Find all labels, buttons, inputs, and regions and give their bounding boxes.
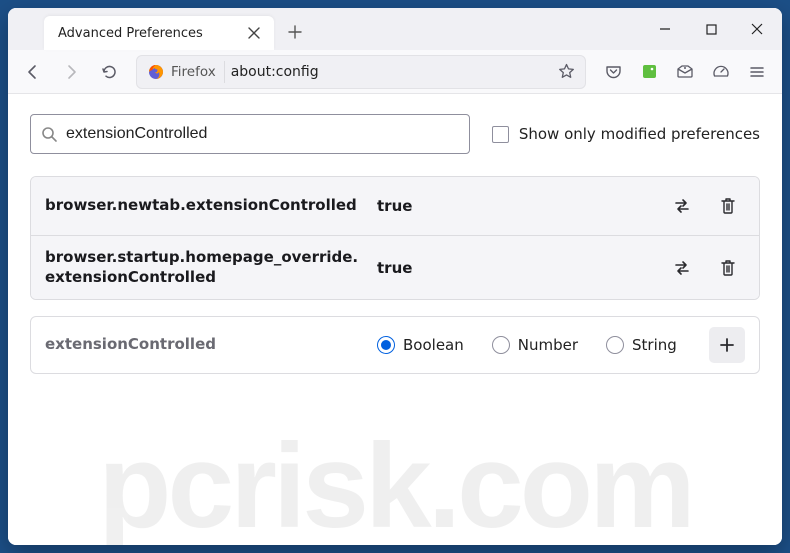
tab-active[interactable]: Advanced Preferences <box>44 16 274 50</box>
about-config-page: Show only modified preferences browser.n… <box>8 94 782 545</box>
app-menu-button[interactable] <box>740 55 774 89</box>
tab-title: Advanced Preferences <box>58 26 203 41</box>
radio-label: Boolean <box>403 336 464 354</box>
bookmark-star-icon[interactable] <box>553 59 579 85</box>
maximize-button[interactable] <box>688 9 734 49</box>
show-modified-toggle[interactable]: Show only modified preferences <box>492 125 760 143</box>
new-pref-name: extensionControlled <box>45 335 365 355</box>
tab-strip: Advanced Preferences <box>8 8 782 50</box>
delete-pref-button[interactable] <box>711 251 745 285</box>
checkbox-icon <box>492 126 509 143</box>
toolbar-right-icons <box>596 55 774 89</box>
pref-row: browser.newtab.extensionControlled true <box>31 177 759 236</box>
pref-results: browser.newtab.extensionControlled true … <box>30 176 760 300</box>
firefox-logo-icon <box>147 63 165 81</box>
url-text: about:config <box>231 64 547 80</box>
window-controls <box>642 8 780 50</box>
browser-window: Advanced Preferences <box>8 8 782 545</box>
identity-label: Firefox <box>171 64 216 80</box>
minimize-button[interactable] <box>642 9 688 49</box>
type-radio-string[interactable]: String <box>606 336 677 354</box>
reload-button[interactable] <box>92 55 126 89</box>
radio-icon <box>377 336 395 354</box>
forward-button[interactable] <box>54 55 88 89</box>
show-modified-label: Show only modified preferences <box>519 125 760 143</box>
pref-value: true <box>377 197 653 215</box>
pref-search-box[interactable] <box>30 114 470 154</box>
add-pref-button[interactable] <box>709 327 745 363</box>
radio-label: Number <box>518 336 578 354</box>
nav-toolbar: Firefox about:config <box>8 50 782 94</box>
close-window-button[interactable] <box>734 9 780 49</box>
type-radio-number[interactable]: Number <box>492 336 578 354</box>
toggle-pref-button[interactable] <box>665 189 699 223</box>
add-pref-row: extensionControlled Boolean Number Strin… <box>30 316 760 374</box>
extension-icon[interactable] <box>632 55 666 89</box>
dashboard-icon[interactable] <box>704 55 738 89</box>
new-tab-button[interactable] <box>280 17 310 47</box>
back-button[interactable] <box>16 55 50 89</box>
pref-row: browser.startup.homepage_override.extens… <box>31 236 759 299</box>
pocket-icon[interactable] <box>596 55 630 89</box>
toggle-pref-button[interactable] <box>665 251 699 285</box>
pref-value: true <box>377 259 653 277</box>
search-row: Show only modified preferences <box>30 114 760 154</box>
radio-label: String <box>632 336 677 354</box>
pref-name: browser.startup.homepage_override.extens… <box>45 248 365 287</box>
close-tab-icon[interactable] <box>244 23 264 43</box>
url-bar[interactable]: Firefox about:config <box>136 55 586 89</box>
type-radio-boolean[interactable]: Boolean <box>377 336 464 354</box>
radio-icon <box>606 336 624 354</box>
pref-name: browser.newtab.extensionControlled <box>45 196 365 216</box>
type-radio-group: Boolean Number String <box>377 336 697 354</box>
inbox-icon[interactable] <box>668 55 702 89</box>
search-icon <box>41 126 58 143</box>
pref-search-input[interactable] <box>66 125 459 143</box>
site-identity[interactable]: Firefox <box>143 61 225 83</box>
delete-pref-button[interactable] <box>711 189 745 223</box>
radio-icon <box>492 336 510 354</box>
